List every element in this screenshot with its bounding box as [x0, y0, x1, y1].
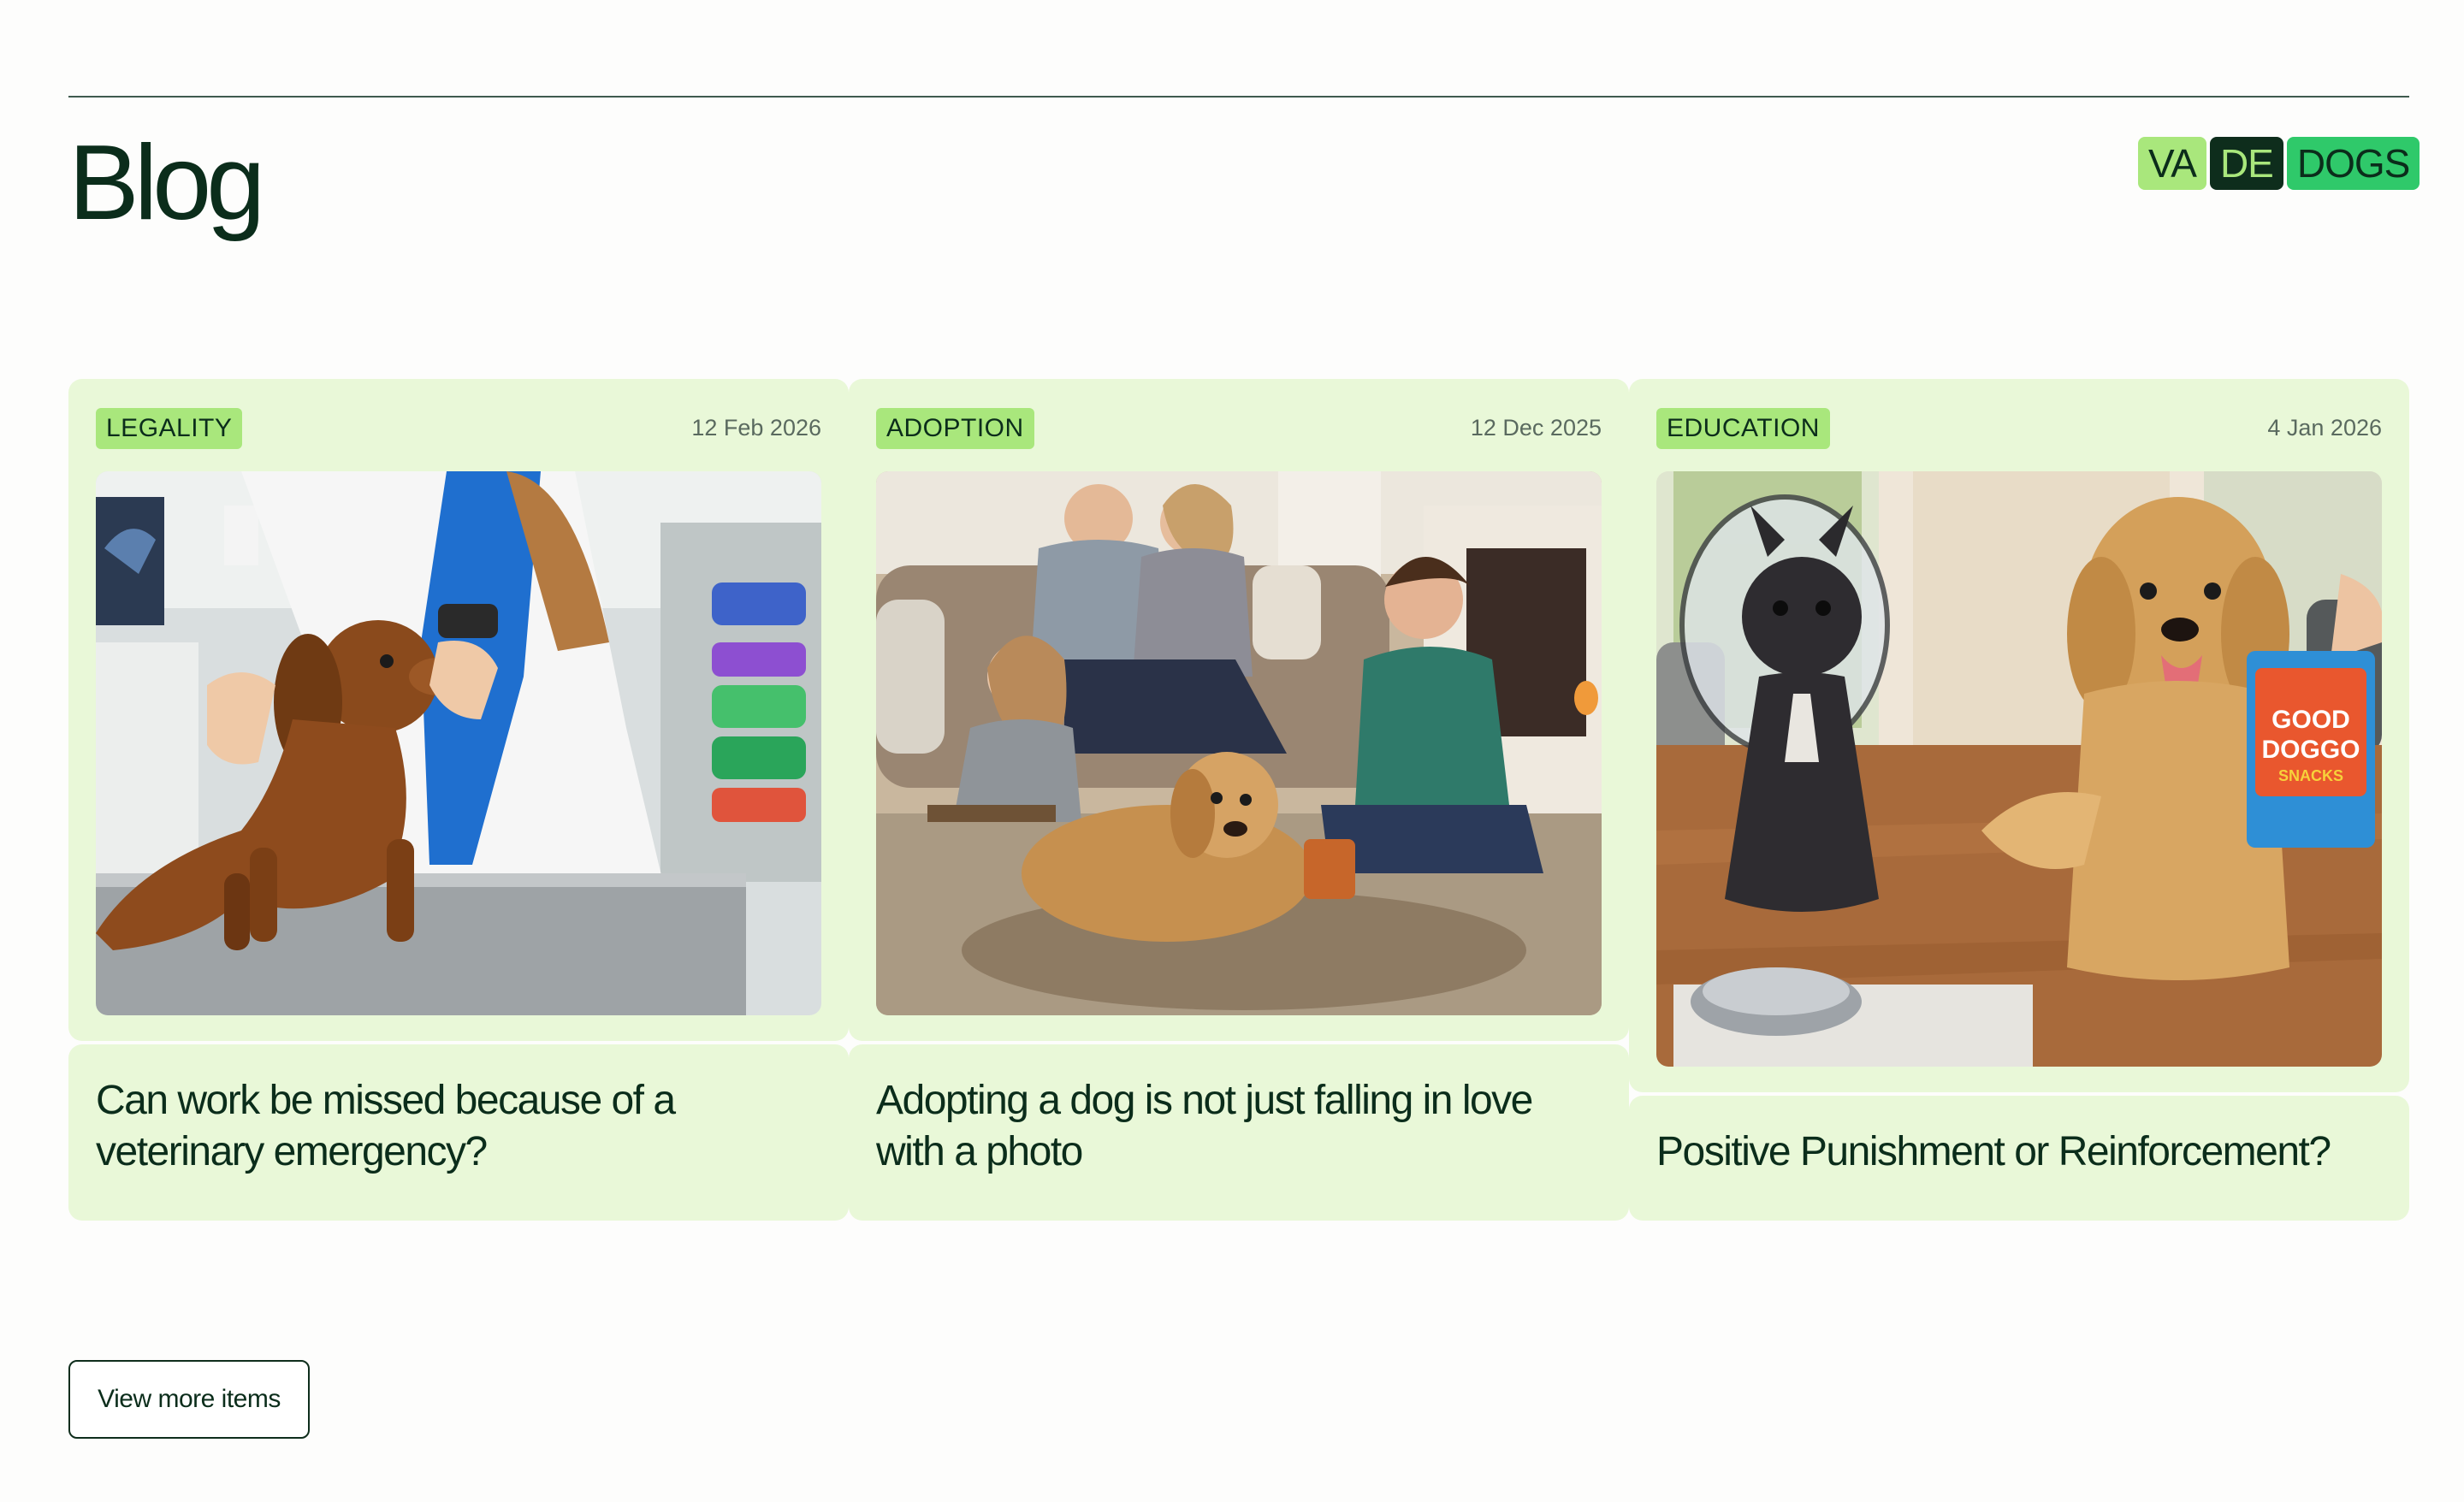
card-media-panel: EDUCATION 4 Jan 2026 GOOD DOGGO SNACKS [1629, 379, 2409, 1092]
logo-part-va: VA [2138, 137, 2206, 190]
card-media-panel: LEGALITY 12 Feb 2026 [68, 379, 849, 1041]
post-title[interactable]: Adopting a dog is not just falling in lo… [876, 1075, 1602, 1178]
view-more-items-button[interactable]: View more items [68, 1360, 310, 1439]
post-date: 12 Dec 2025 [1470, 415, 1602, 441]
category-tag[interactable]: LEGALITY [96, 408, 243, 449]
card-media-panel: ADOPTION 12 Dec 2025 [849, 379, 1629, 1041]
card-title-panel: Can work be missed because of a veterina… [68, 1044, 849, 1221]
french-bulldog-and-golden-retriever-photo[interactable]: GOOD DOGGO SNACKS [1656, 471, 2382, 1067]
dachshund-at-vet-illustration [96, 471, 821, 1015]
post-date: 4 Jan 2026 [2267, 415, 2382, 441]
dogs-and-snacks-illustration: GOOD DOGGO SNACKS [1656, 471, 2382, 1067]
blog-card-adoption[interactable]: ADOPTION 12 Dec 2025 Adopting a dog is n… [849, 379, 1629, 1221]
logo-part-de: DE [2209, 137, 2283, 190]
family-with-golden-retriever-photo[interactable] [876, 471, 1602, 1015]
logo-part-dogs: DOGS [2286, 137, 2420, 190]
post-date: 12 Feb 2026 [691, 415, 821, 441]
dachshund-at-vet-photo[interactable] [96, 471, 821, 1015]
family-adoption-illustration [876, 471, 1602, 1015]
post-title[interactable]: Can work be missed because of a veterina… [96, 1075, 821, 1178]
category-tag[interactable]: ADOPTION [876, 408, 1034, 449]
blog-card-legality[interactable]: LEGALITY 12 Feb 2026 Can work be missed … [68, 379, 849, 1221]
card-title-panel: Adopting a dog is not just falling in lo… [849, 1044, 1629, 1221]
page-title: Blog [68, 124, 265, 242]
snack-bag-label: SNACKS [2278, 767, 2343, 784]
card-title-panel: Positive Punishment or Reinforcement? [1629, 1096, 2409, 1221]
category-tag[interactable]: EDUCATION [1656, 408, 1830, 449]
post-title[interactable]: Positive Punishment or Reinforcement? [1656, 1126, 2382, 1178]
header-divider [68, 96, 2409, 98]
snack-bag-label: DOGGO [2261, 736, 2360, 764]
blog-card-education[interactable]: EDUCATION 4 Jan 2026 GOOD DOGGO SNACKS P… [1629, 379, 2409, 1221]
va-de-dogs-logo[interactable]: VA DE DOGS [2138, 137, 2420, 190]
snack-bag-label: GOOD [2272, 706, 2350, 734]
